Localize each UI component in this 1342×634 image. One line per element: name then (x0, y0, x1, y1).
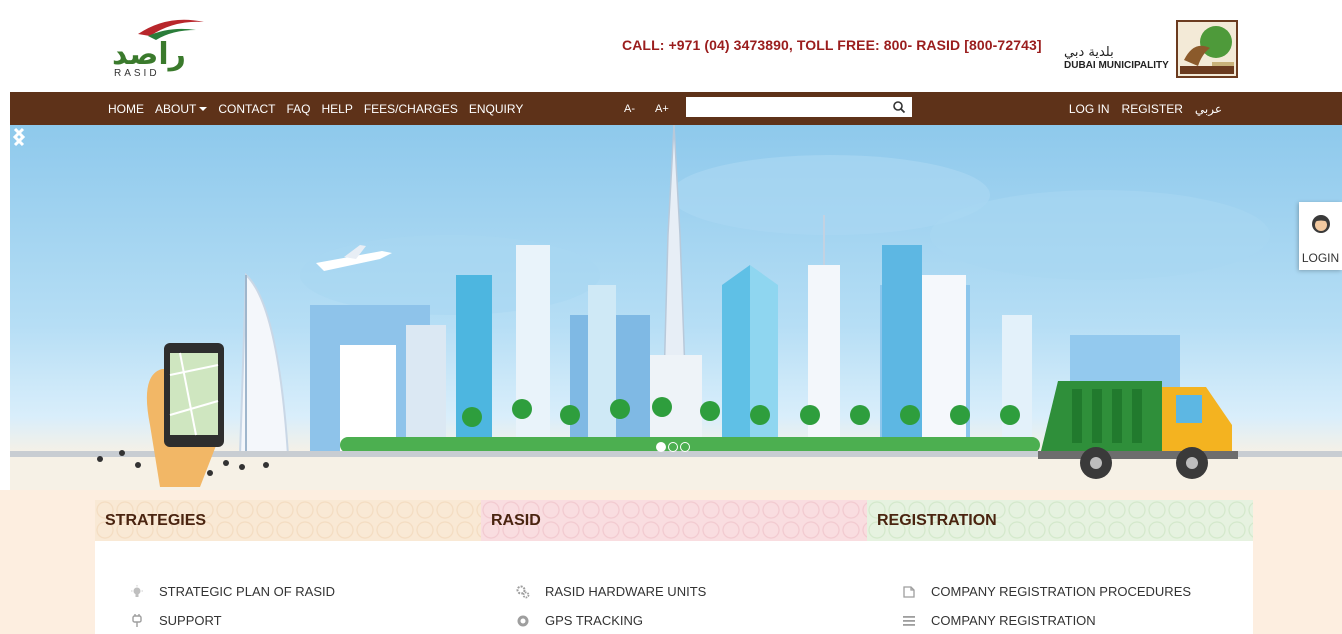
carousel-indicators (656, 442, 690, 452)
logo-english-text: RASID (114, 68, 160, 78)
rasid-heading: RASID (481, 500, 867, 541)
side-login-label: LOGIN (1301, 251, 1340, 265)
search-input[interactable] (686, 97, 886, 117)
nav-fees-charges[interactable]: FEES/CHARGES (364, 102, 458, 116)
rasid-logo-graphic: راصد RASID (112, 19, 204, 78)
main-navbar: HOME ABOUT CONTACT FAQ HELP FEES/CHARGES… (10, 92, 1342, 125)
strategies-card: STRATEGIES STRATEGIC PLAN OF RASID SUPPO… (95, 500, 481, 634)
caret-down-icon (199, 107, 208, 112)
nav-account: LOG IN REGISTER عربي (1057, 92, 1222, 125)
dm-emblem-graphic (1176, 20, 1238, 78)
nav-enquiry[interactable]: ENQUIRY (469, 102, 523, 116)
list-item-label: STRATEGIC PLAN OF RASID (159, 584, 336, 599)
list-item-registration-procedures[interactable]: COMPANY REGISTRATION PROCEDURES (902, 577, 1253, 606)
font-increase-button[interactable]: A+ (655, 92, 669, 125)
dubai-skyline-illustration (10, 125, 1342, 490)
list-item-support[interactable]: SUPPORT (130, 606, 481, 634)
list-item-hardware-units[interactable]: RASID HARDWARE UNITS (516, 577, 867, 606)
arabic-language-link[interactable]: عربي (1195, 102, 1222, 116)
list-item-label: GPS TRACKING (545, 613, 644, 628)
rasid-card: RASID RASID HARDWARE UNITS GPS TRACKING (481, 500, 867, 634)
registration-heading: REGISTRATION (867, 500, 1253, 541)
list-icon (903, 615, 915, 626)
strategies-list: STRATEGIC PLAN OF RASID SUPPORT (95, 541, 481, 634)
document-icon (903, 585, 915, 598)
rasid-logo[interactable]: راصد RASID (108, 14, 208, 78)
user-avatar-icon (1311, 215, 1330, 233)
login-link[interactable]: LOG IN (1069, 102, 1110, 116)
gears-icon (516, 585, 530, 598)
nav-menu: HOME ABOUT CONTACT FAQ HELP FEES/CHARGES… (108, 92, 534, 125)
carousel-dot-3[interactable] (680, 442, 690, 452)
nav-faq[interactable]: FAQ (286, 102, 310, 116)
hero-carousel (10, 125, 1342, 490)
dm-english-name: DUBAI MUNICIPALITY (1064, 60, 1169, 71)
list-item-gps-tracking[interactable]: GPS TRACKING (516, 606, 867, 634)
nav-about-label: ABOUT (155, 101, 197, 116)
search-icon[interactable] (892, 100, 906, 114)
registration-card: REGISTRATION COMPANY REGISTRATION PROCED… (867, 500, 1253, 634)
list-item-label: RASID HARDWARE UNITS (545, 584, 707, 599)
nav-contact[interactable]: CONTACT (218, 102, 275, 116)
dm-arabic-name: بلدية دبي (1064, 45, 1114, 60)
strategies-heading: STRATEGIES (95, 500, 481, 541)
lightbulb-icon (131, 584, 143, 597)
site-header: راصد RASID CALL: +971 (04) 3473890, TOLL… (0, 0, 1342, 92)
page: راصد RASID CALL: +971 (04) 3473890, TOLL… (0, 0, 1342, 634)
registration-list: COMPANY REGISTRATION PROCEDURES COMPANY … (867, 541, 1253, 634)
search-box (686, 97, 912, 117)
list-item-company-registration[interactable]: COMPANY REGISTRATION (902, 606, 1253, 634)
list-item-label: COMPANY REGISTRATION (931, 613, 1096, 628)
carousel-dot-2[interactable] (668, 442, 678, 452)
services-section: STRATEGIES STRATEGIC PLAN OF RASID SUPPO… (0, 490, 1342, 634)
list-item-strategic-plan[interactable]: STRATEGIC PLAN OF RASID (130, 577, 481, 606)
dubai-municipality-name: بلدية دبي DUBAI MUNICIPALITY (1064, 46, 1174, 72)
list-item-label: SUPPORT (159, 613, 222, 628)
target-icon (517, 615, 529, 626)
contact-info: CALL: +971 (04) 3473890, TOLL FREE: 800-… (622, 37, 1042, 53)
register-link[interactable]: REGISTER (1122, 102, 1183, 116)
carousel-next-icon[interactable] (10, 125, 28, 149)
font-decrease-button[interactable]: A- (624, 92, 635, 125)
dubai-municipality-emblem[interactable] (1176, 20, 1238, 78)
plug-icon (132, 613, 142, 627)
list-item-label: COMPANY REGISTRATION PROCEDURES (931, 584, 1192, 599)
logo-arabic-text: راصد (112, 37, 186, 72)
nav-about[interactable]: ABOUT (155, 101, 208, 116)
nav-help[interactable]: HELP (321, 102, 352, 116)
nav-home[interactable]: HOME (108, 102, 144, 116)
side-login-tab[interactable]: LOGIN (1299, 202, 1342, 270)
carousel-dot-1[interactable] (656, 442, 666, 452)
rasid-list: RASID HARDWARE UNITS GPS TRACKING (481, 541, 867, 634)
